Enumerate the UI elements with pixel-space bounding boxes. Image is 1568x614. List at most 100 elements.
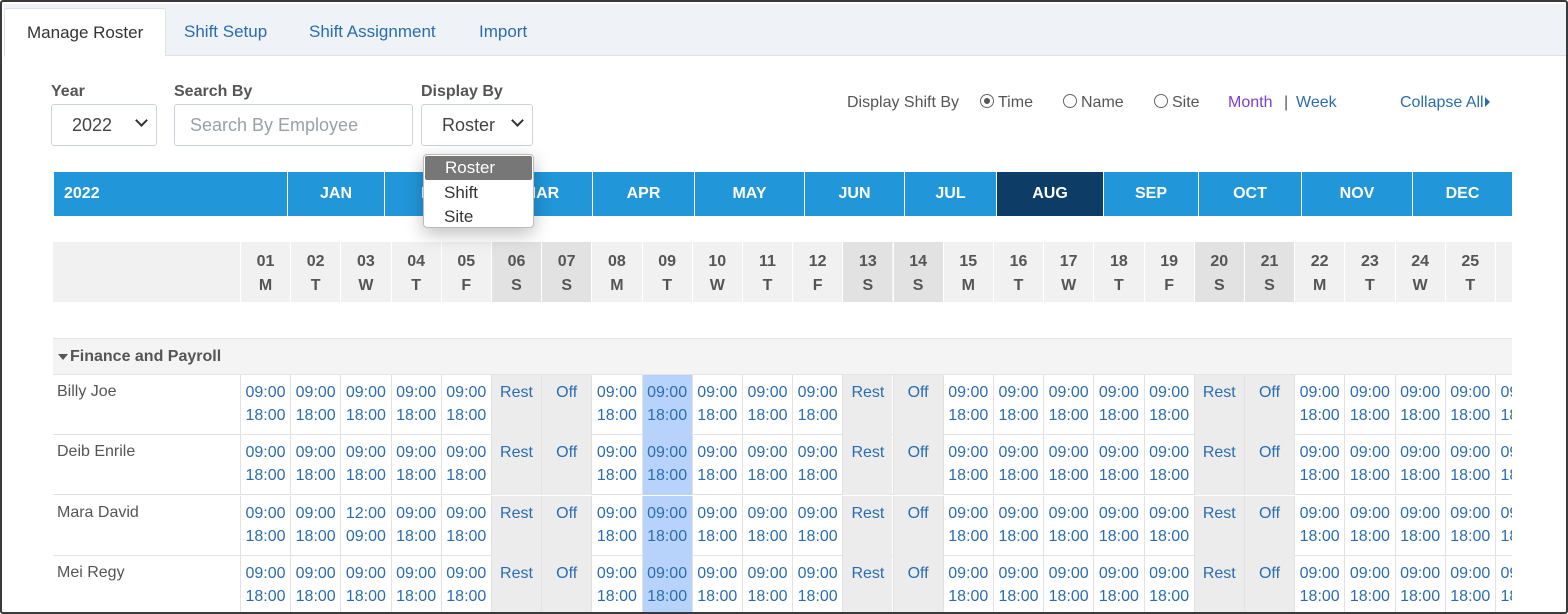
shift-cell[interactable]: 09:00 18:00 — [1394, 375, 1445, 435]
shift-cell[interactable]: 09:00 18:00 — [440, 555, 491, 612]
shift-cell[interactable]: 09:00 18:00 — [240, 495, 290, 556]
shift-cell[interactable]: Rest — [1193, 495, 1244, 556]
shift-cell[interactable]: Off — [541, 375, 592, 435]
shift-cell[interactable]: 09:00 18:00 — [390, 435, 441, 496]
shift-cell[interactable]: Off — [1244, 495, 1294, 556]
shift-cell[interactable]: 09:00 18:00 — [290, 435, 340, 496]
option-roster[interactable]: Roster — [425, 156, 532, 180]
shift-cell[interactable]: 09:00 18:00 — [1495, 375, 1512, 435]
shift-cell[interactable]: 09:00 18:00 — [1444, 435, 1495, 496]
shift-cell[interactable]: 09:00 18:00 — [340, 555, 390, 612]
shift-cell[interactable]: 09:00 18:00 — [1043, 375, 1093, 435]
shift-cell[interactable]: 09:00 18:00 — [742, 495, 792, 556]
shift-cell[interactable]: 09:00 18:00 — [1294, 555, 1344, 612]
shift-cell[interactable]: 09:00 18:00 — [1143, 495, 1194, 556]
tab-import[interactable]: Import — [457, 8, 549, 57]
month-may[interactable]: MAY — [694, 172, 804, 216]
shift-cell[interactable]: 09:00 18:00 — [591, 435, 641, 496]
shift-cell[interactable]: 09:00 18:00 — [691, 375, 742, 435]
shift-cell[interactable]: Rest — [491, 435, 541, 496]
tab-manage-roster[interactable]: Manage Roster — [4, 8, 167, 57]
shift-cell[interactable]: Off — [541, 495, 592, 556]
shift-cell[interactable]: 09:00 18:00 — [440, 435, 491, 496]
shift-cell[interactable]: 09:00 18:00 — [942, 495, 993, 556]
option-shift[interactable]: Shift — [424, 181, 533, 205]
shift-cell[interactable]: 09:00 18:00 — [792, 495, 842, 556]
shift-cell[interactable]: 09:00 18:00 — [1093, 555, 1143, 612]
shift-cell[interactable]: Rest — [842, 375, 893, 435]
shift-cell[interactable]: 09:00 18:00 — [641, 495, 692, 556]
shift-cell[interactable]: 09:00 18:00 — [240, 435, 290, 496]
shift-cell[interactable]: 09:00 18:00 — [1043, 495, 1093, 556]
shift-cell[interactable]: 09:00 18:00 — [792, 375, 842, 435]
shift-cell[interactable]: 09:00 18:00 — [1394, 495, 1445, 556]
shift-cell[interactable]: 09:00 18:00 — [1495, 435, 1512, 496]
shift-cell[interactable]: 09:00 18:00 — [1043, 555, 1093, 612]
shift-cell[interactable]: 09:00 18:00 — [742, 375, 792, 435]
tab-shift-setup[interactable]: Shift Setup — [162, 8, 289, 57]
shift-cell[interactable]: 09:00 18:00 — [1344, 555, 1394, 612]
shift-cell[interactable]: 09:00 18:00 — [993, 435, 1043, 496]
shift-cell[interactable]: 09:00 18:00 — [340, 435, 390, 496]
shift-cell[interactable]: 09:00 18:00 — [340, 375, 390, 435]
shift-cell[interactable]: 09:00 18:00 — [1294, 495, 1344, 556]
shift-cell[interactable]: 09:00 18:00 — [1394, 555, 1445, 612]
shift-cell[interactable]: 09:00 18:00 — [390, 495, 441, 556]
employee-name[interactable]: Mei Regy — [57, 564, 125, 582]
shift-cell[interactable]: 09:00 18:00 — [1344, 375, 1394, 435]
shift-cell[interactable]: 09:00 18:00 — [390, 375, 441, 435]
month-aug[interactable]: AUG — [996, 172, 1103, 216]
tab-shift-assignment[interactable]: Shift Assignment — [287, 8, 458, 57]
shift-cell[interactable]: Rest — [491, 375, 541, 435]
shift-cell[interactable]: 09:00 18:00 — [691, 435, 742, 496]
month-sep[interactable]: SEP — [1103, 172, 1198, 216]
shift-cell[interactable]: Off — [541, 435, 592, 496]
shift-cell[interactable]: 09:00 18:00 — [240, 555, 290, 612]
shift-cell[interactable]: 09:00 18:00 — [1495, 555, 1512, 612]
shift-cell[interactable]: 09:00 18:00 — [1444, 375, 1495, 435]
shift-cell[interactable]: Off — [892, 435, 943, 496]
shift-cell[interactable]: Rest — [1193, 435, 1244, 496]
year-select[interactable]: 2022 — [51, 104, 157, 146]
shift-cell[interactable]: 09:00 18:00 — [641, 435, 692, 496]
shift-cell[interactable]: Off — [892, 555, 943, 612]
option-site[interactable]: Site — [424, 205, 533, 229]
shift-cell[interactable]: 09:00 18:00 — [1093, 435, 1143, 496]
month-oct[interactable]: OCT — [1198, 172, 1301, 216]
shift-cell[interactable]: 09:00 18:00 — [641, 375, 692, 435]
month-jun[interactable]: JUN — [804, 172, 904, 216]
shift-cell[interactable]: 09:00 18:00 — [742, 435, 792, 496]
shift-cell[interactable]: 09:00 18:00 — [993, 495, 1043, 556]
shift-cell[interactable]: 09:00 18:00 — [1344, 435, 1394, 496]
shift-cell[interactable]: Off — [1244, 555, 1294, 612]
shift-cell[interactable]: 09:00 18:00 — [1394, 435, 1445, 496]
shift-cell[interactable]: Off — [1244, 375, 1294, 435]
shift-cell[interactable]: 09:00 18:00 — [1495, 495, 1512, 556]
shift-cell[interactable]: 09:00 18:00 — [1444, 555, 1495, 612]
shift-cell[interactable]: 09:00 18:00 — [440, 375, 491, 435]
shift-cell[interactable]: 09:00 18:00 — [993, 555, 1043, 612]
month-nov[interactable]: NOV — [1301, 172, 1412, 216]
shift-cell[interactable]: 09:00 18:00 — [390, 555, 441, 612]
shift-cell[interactable]: 09:00 18:00 — [792, 435, 842, 496]
shift-cell[interactable]: 09:00 18:00 — [591, 495, 641, 556]
shift-cell[interactable]: Off — [1244, 435, 1294, 496]
shift-cell[interactable]: Rest — [491, 495, 541, 556]
week-view-link[interactable]: Week — [1296, 94, 1337, 112]
shift-cell[interactable]: 09:00 18:00 — [691, 495, 742, 556]
shift-cell[interactable]: 09:00 18:00 — [942, 375, 993, 435]
radio-site[interactable]: Site — [1154, 94, 1200, 112]
radio-name[interactable]: Name — [1063, 94, 1124, 112]
month-jan[interactable]: JAN — [287, 172, 384, 216]
shift-cell[interactable]: 09:00 18:00 — [641, 555, 692, 612]
employee-name[interactable]: Billy Joe — [57, 383, 117, 401]
shift-cell[interactable]: Rest — [1193, 375, 1244, 435]
shift-cell[interactable]: 09:00 18:00 — [290, 375, 340, 435]
employee-name[interactable]: Mara David — [57, 504, 139, 522]
collapse-all-link[interactable]: Collapse All — [1400, 94, 1490, 112]
month-jul[interactable]: JUL — [904, 172, 996, 216]
month-view-link[interactable]: Month — [1228, 94, 1272, 112]
shift-cell[interactable]: 09:00 18:00 — [1294, 375, 1344, 435]
shift-cell[interactable]: 09:00 18:00 — [993, 375, 1043, 435]
shift-cell[interactable]: 09:00 18:00 — [591, 375, 641, 435]
